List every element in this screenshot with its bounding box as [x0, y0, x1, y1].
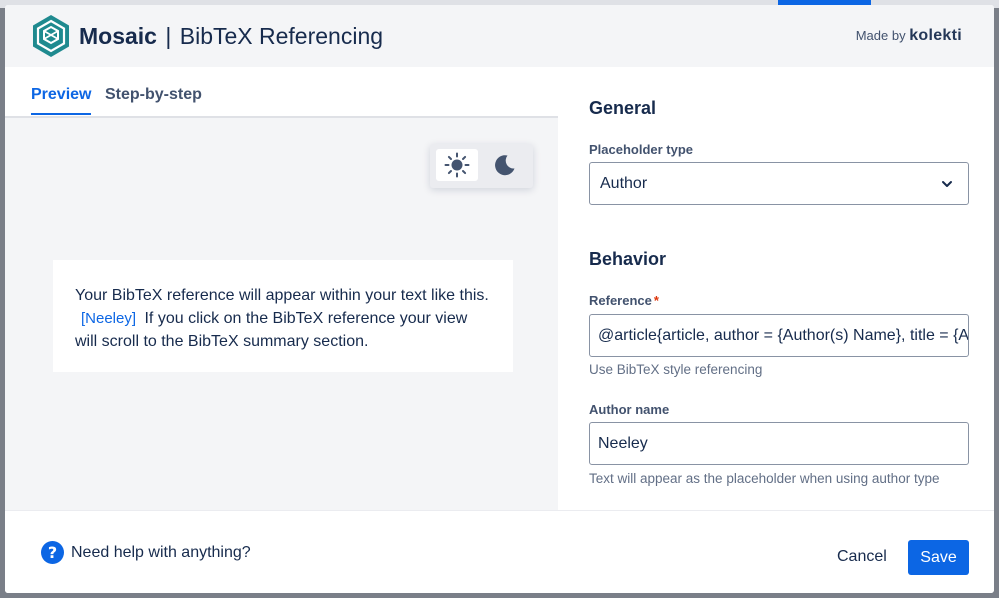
- preview-text-before: Your BibTeX reference will appear within…: [75, 287, 489, 304]
- placeholder-type-label: Placeholder type: [589, 142, 694, 157]
- tab-preview[interactable]: Preview: [31, 85, 92, 115]
- author-name-label: Author name: [589, 402, 670, 417]
- light-theme-button[interactable]: [436, 149, 478, 181]
- tab-bar: Preview Step-by-step: [5, 67, 558, 118]
- title-separator: |: [165, 23, 172, 49]
- citation-link[interactable]: [Neeley]: [81, 310, 136, 327]
- placeholder-type-select[interactable]: Author: [589, 162, 969, 205]
- product-name: BibTeX Referencing: [179, 23, 384, 49]
- kolekti-logo: kolekti: [909, 27, 962, 44]
- dark-theme-button[interactable]: [484, 149, 526, 181]
- question-circle-icon: ?: [41, 541, 64, 564]
- modal-footer: ? Need help with anything? Cancel Save: [5, 510, 994, 593]
- moon-icon: [495, 155, 515, 176]
- brand-name: Mosaic: [79, 23, 157, 49]
- sun-icon: [444, 152, 470, 178]
- help-text: Need help with anything?: [71, 543, 251, 561]
- reference-label: Reference *: [589, 293, 659, 308]
- bibtex-modal: Mosaic | BibTeX Referencing Made by kole…: [5, 5, 994, 593]
- author-name-input[interactable]: Neeley: [589, 422, 969, 465]
- behavior-heading: Behavior: [589, 249, 667, 269]
- preview-card: Your BibTeX reference will appear within…: [53, 260, 513, 372]
- reference-label-text: Reference: [589, 293, 652, 308]
- preview-pane: Preview Step-by-step Your BibTeX referen…: [5, 67, 558, 510]
- mosaic-logo-icon: [33, 15, 69, 57]
- modal-header: Mosaic | BibTeX Referencing Made by kole…: [5, 5, 994, 67]
- general-heading: General: [589, 98, 657, 118]
- settings-pane: General Placeholder type Author Behavior…: [562, 67, 994, 510]
- cancel-button[interactable]: Cancel: [823, 540, 901, 574]
- help-link[interactable]: ? Need help with anything?: [41, 541, 251, 564]
- required-mark: *: [653, 293, 659, 308]
- reference-input[interactable]: @article{article, author = {Author(s) Na…: [589, 314, 969, 357]
- tab-step-by-step[interactable]: Step-by-step: [105, 85, 202, 105]
- reference-helper-text: Use BibTeX style referencing: [589, 362, 763, 377]
- chevron-down-icon: [942, 181, 952, 187]
- author-name-helper-text: Text will appear as the placeholder when…: [589, 471, 940, 486]
- made-by: Made by kolekti: [856, 27, 962, 45]
- save-button[interactable]: Save: [908, 540, 969, 575]
- made-by-prefix: Made by: [855, 28, 906, 43]
- app-title: Mosaic | BibTeX Referencing: [79, 22, 383, 50]
- placeholder-type-value: Author: [600, 174, 648, 192]
- theme-toggle: [430, 144, 533, 188]
